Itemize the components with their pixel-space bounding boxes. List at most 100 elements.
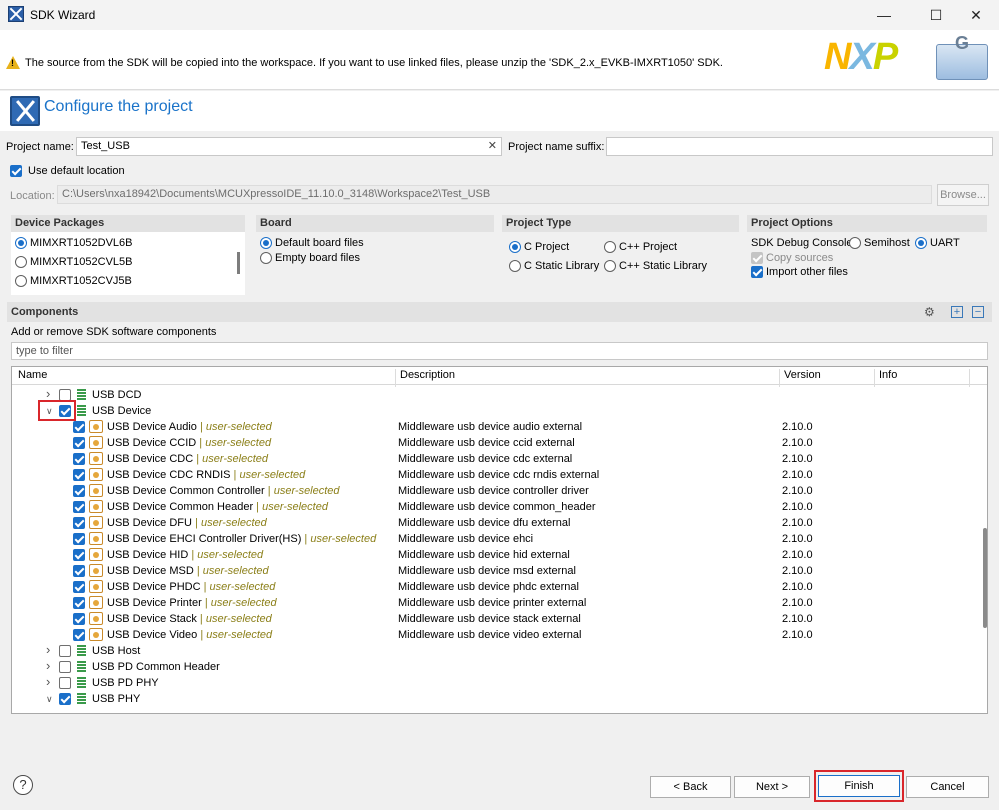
- back-button[interactable]: < Back: [650, 776, 731, 798]
- component-version: 2.10.0: [782, 437, 813, 449]
- chevron-right-icon[interactable]: ›: [46, 674, 50, 690]
- close-icon[interactable]: ✕: [953, 0, 999, 30]
- component-checkbox[interactable]: [73, 453, 85, 465]
- tree-row[interactable]: USB Device Audio | user-selected Middlewa…: [12, 419, 987, 435]
- copy-sources-checkbox[interactable]: [751, 252, 763, 264]
- folder-icon: G: [936, 33, 988, 80]
- next-button[interactable]: Next >: [734, 776, 810, 798]
- device-package-radio[interactable]: [15, 256, 27, 268]
- chevron-right-icon[interactable]: ›: [46, 658, 50, 674]
- tree-row[interactable]: USB Device CDC RNDIS | user-selected Midd…: [12, 467, 987, 483]
- column-description-header[interactable]: Description: [400, 369, 455, 381]
- device-package-item[interactable]: MIMXRT1052CVJ5B: [30, 275, 132, 287]
- help-icon[interactable]: ?: [13, 775, 33, 795]
- device-packages-header: Device Packages: [11, 215, 245, 232]
- device-package-item[interactable]: MIMXRT1052CVL5B: [30, 256, 133, 268]
- tree-row[interactable]: › USB PD Common Header: [12, 658, 987, 675]
- tree-row[interactable]: USB Device HID | user-selected Middleware…: [12, 547, 987, 563]
- component-checkbox[interactable]: [73, 565, 85, 577]
- device-packages-scrollbar[interactable]: [237, 252, 240, 274]
- tree-row[interactable]: USB Device Common Header | user-selected…: [12, 499, 987, 515]
- sdk-debug-console-label: SDK Debug Console: [751, 237, 853, 249]
- component-checkbox[interactable]: [73, 485, 85, 497]
- column-info-header[interactable]: Info: [879, 369, 897, 381]
- clear-icon[interactable]: ✕: [488, 138, 497, 155]
- user-selected-tag: user-selected: [202, 565, 269, 577]
- component-description: Middleware usb device ccid external: [398, 437, 575, 449]
- minimize-icon[interactable]: —: [861, 0, 907, 30]
- nxp-logo: NXP: [824, 36, 898, 78]
- component-checkbox[interactable]: [73, 613, 85, 625]
- component-name-text: USB Device Audio: [107, 421, 197, 433]
- component-checkbox[interactable]: [73, 517, 85, 529]
- component-checkbox[interactable]: [59, 661, 71, 673]
- device-package-radio[interactable]: [15, 237, 27, 249]
- component-checkbox[interactable]: [73, 437, 85, 449]
- semihost-radio[interactable]: [849, 237, 861, 249]
- component-name: USB Device CDC RNDIS | user-selected: [107, 469, 306, 481]
- tree-row[interactable]: › USB DCD: [12, 386, 987, 403]
- component-group-icon: [77, 677, 86, 689]
- chevron-right-icon[interactable]: ›: [46, 642, 50, 658]
- component-name: USB PD PHY: [92, 677, 159, 689]
- component-description: Middleware usb device phdc external: [398, 581, 579, 593]
- tree-row[interactable]: USB Device Common Controller | user-sele…: [12, 483, 987, 499]
- column-name-header[interactable]: Name: [18, 369, 47, 381]
- default-board-files-radio[interactable]: [260, 237, 272, 249]
- component-checkbox[interactable]: [73, 597, 85, 609]
- project-name-input[interactable]: Test_USB ✕: [76, 137, 502, 156]
- expand-all-icon[interactable]: +: [951, 306, 963, 318]
- component-checkbox[interactable]: [73, 469, 85, 481]
- remove-components-icon[interactable]: ⚙: [924, 305, 935, 319]
- device-package-item[interactable]: MIMXRT1052DVL6B: [30, 237, 133, 249]
- device-package-radio[interactable]: [15, 275, 27, 287]
- c-static-library-radio[interactable]: [509, 260, 521, 272]
- c-project-radio[interactable]: [509, 241, 521, 253]
- empty-board-files-radio[interactable]: [260, 252, 272, 264]
- cpp-static-library-radio[interactable]: [604, 260, 616, 272]
- tree-row[interactable]: USB Device MSD | user-selected Middleware…: [12, 563, 987, 579]
- import-other-files-checkbox[interactable]: [751, 266, 763, 278]
- use-default-location-label: Use default location: [28, 165, 125, 177]
- component-checkbox[interactable]: [73, 421, 85, 433]
- component-name: USB Device Printer | user-selected: [107, 597, 277, 609]
- component-icon: [89, 612, 103, 625]
- finish-button[interactable]: Finish: [818, 775, 900, 797]
- tree-row[interactable]: USB Device Stack | user-selected Middlewa…: [12, 611, 987, 627]
- browse-button[interactable]: Browse...: [937, 184, 989, 206]
- c-static-library-label: C Static Library: [524, 260, 600, 272]
- component-checkbox[interactable]: [59, 645, 71, 657]
- component-checkbox[interactable]: [73, 533, 85, 545]
- tree-row[interactable]: USB Device Printer | user-selected Middle…: [12, 595, 987, 611]
- collapse-all-icon[interactable]: −: [972, 306, 984, 318]
- project-name-suffix-input[interactable]: [606, 137, 993, 156]
- tree-row[interactable]: USB Device DFU | user-selected Middleware…: [12, 515, 987, 531]
- component-checkbox[interactable]: [59, 677, 71, 689]
- uart-radio[interactable]: [915, 237, 927, 249]
- tree-row[interactable]: › USB PD PHY: [12, 674, 987, 691]
- component-checkbox[interactable]: [73, 549, 85, 561]
- cpp-project-radio[interactable]: [604, 241, 616, 253]
- component-name: USB Device CCID | user-selected: [107, 437, 272, 449]
- component-checkbox[interactable]: [73, 581, 85, 593]
- components-filter-input[interactable]: type to filter: [11, 342, 988, 360]
- component-checkbox[interactable]: [73, 629, 85, 641]
- tree-scrollbar-thumb[interactable]: [983, 528, 987, 628]
- component-name: USB PD Common Header: [92, 661, 220, 673]
- tree-row[interactable]: ∨ USB Device: [12, 403, 987, 419]
- component-checkbox[interactable]: [59, 693, 71, 705]
- component-checkbox[interactable]: [73, 501, 85, 513]
- tree-row[interactable]: › USB Host: [12, 642, 987, 659]
- location-input[interactable]: C:\Users\nxa18942\Documents\MCUXpressoID…: [57, 185, 932, 204]
- chevron-down-icon[interactable]: ∨: [46, 691, 53, 707]
- use-default-location-checkbox[interactable]: [10, 165, 22, 177]
- tree-row[interactable]: USB Device CCID | user-selected Middlewar…: [12, 435, 987, 451]
- tree-row[interactable]: USB Device PHDC | user-selected Middlewar…: [12, 579, 987, 595]
- tree-row[interactable]: USB Device CDC | user-selected Middleware…: [12, 451, 987, 467]
- column-version-header[interactable]: Version: [784, 369, 821, 381]
- cancel-button[interactable]: Cancel: [906, 776, 989, 798]
- component-description: Middleware usb device stack external: [398, 613, 581, 625]
- tree-row[interactable]: USB Device EHCI Controller Driver(HS) | …: [12, 531, 987, 547]
- tree-row[interactable]: ∨ USB PHY: [12, 691, 987, 707]
- tree-row[interactable]: USB Device Video | user-selected Middlewa…: [12, 627, 987, 643]
